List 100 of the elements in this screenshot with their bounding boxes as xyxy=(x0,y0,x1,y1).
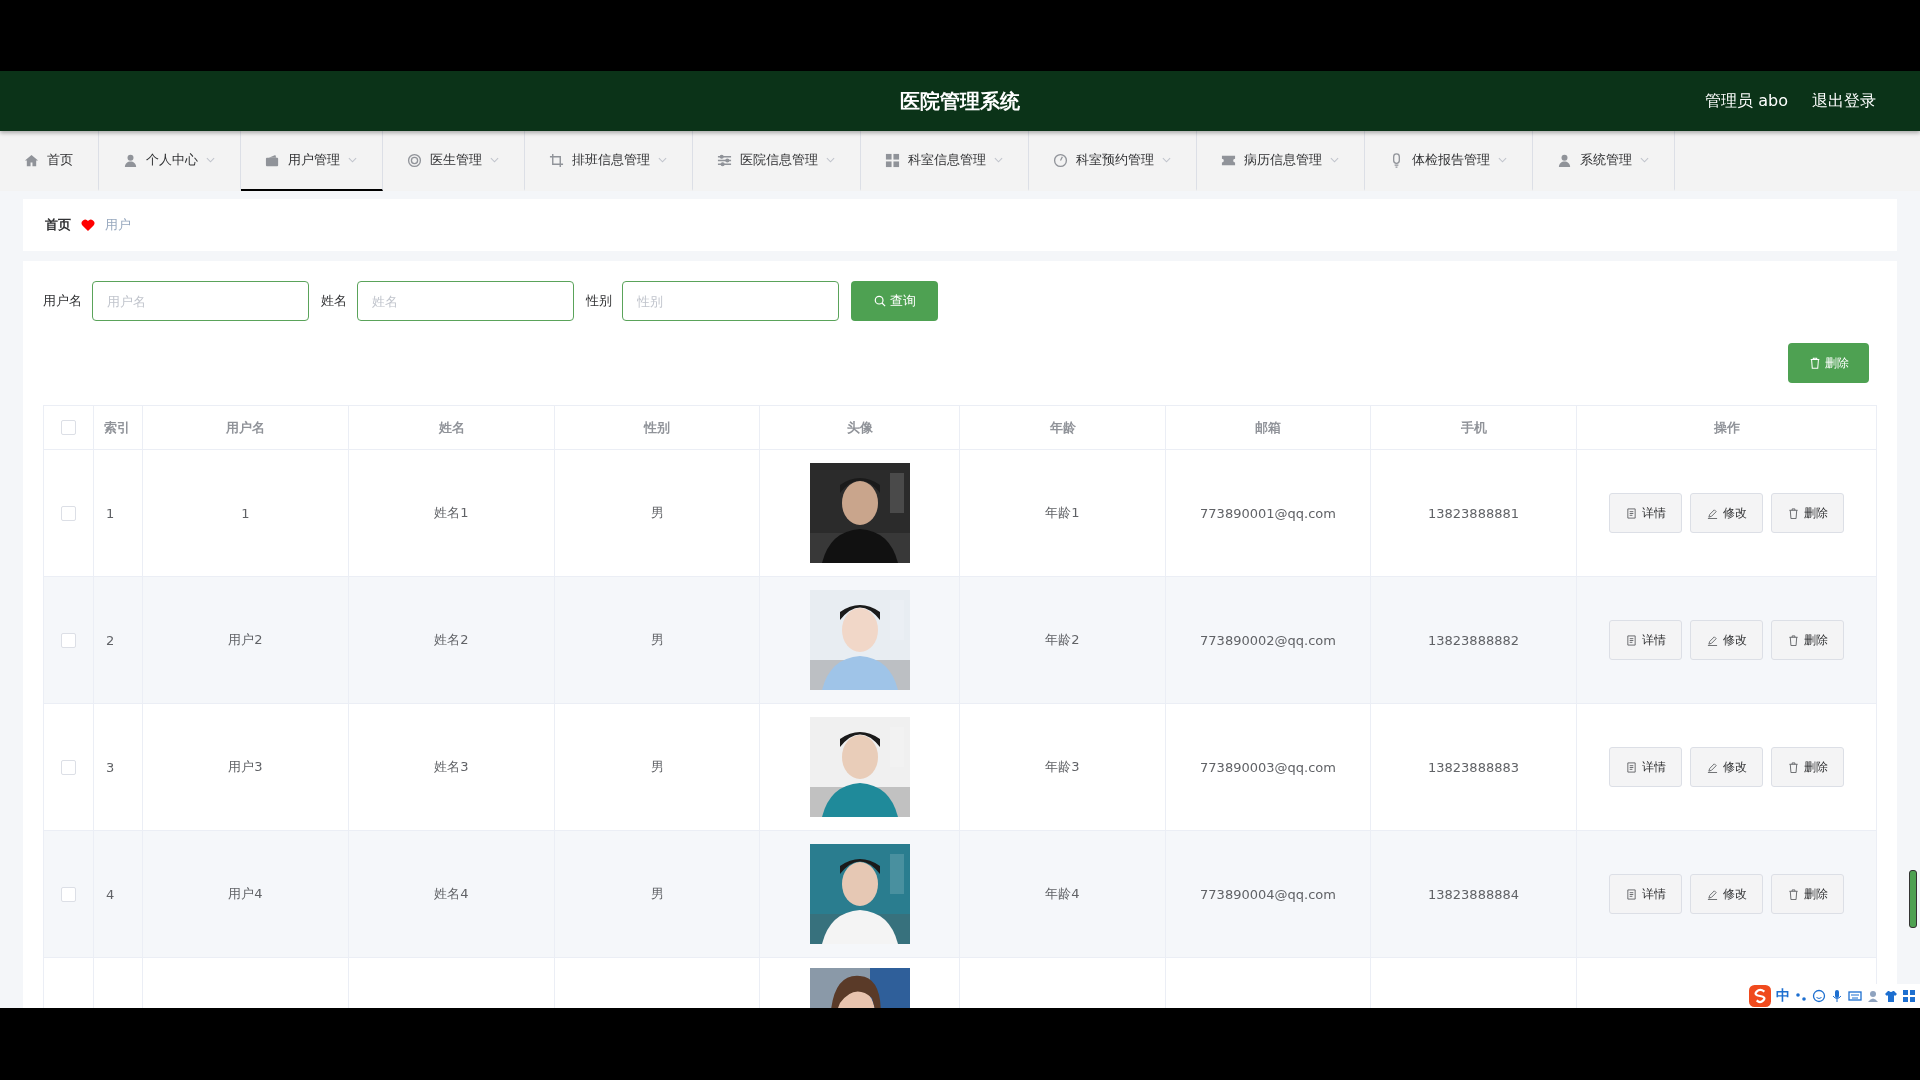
detail-button[interactable]: 详情 xyxy=(1609,620,1682,660)
shirt-icon xyxy=(1884,989,1898,1003)
column-header: 用户名 xyxy=(226,418,265,437)
delete-button[interactable]: 删除 xyxy=(1771,874,1844,914)
table-cell: 773890004@qq.com xyxy=(1200,886,1336,902)
column-header: 手机 xyxy=(1460,418,1487,437)
search-field[interactable]: 用户名 xyxy=(92,281,309,321)
edit-button[interactable]: 修改 xyxy=(1690,493,1763,533)
document-icon xyxy=(1625,888,1637,900)
table-cell: 13823888884 xyxy=(1428,886,1519,902)
home-icon xyxy=(24,152,39,168)
select-all-checkbox[interactable] xyxy=(61,420,76,435)
table-cell: 1 xyxy=(106,505,115,521)
column-header: 邮箱 xyxy=(1255,418,1281,437)
table-cell: 年龄4 xyxy=(1045,885,1080,903)
nav-tab[interactable]: 体检报告管理 xyxy=(1365,131,1533,191)
delete-button[interactable]: 删除 xyxy=(1771,620,1844,660)
table-cell: 773890003@qq.com xyxy=(1200,759,1336,775)
delete-button[interactable]: 删除 xyxy=(1771,747,1844,787)
table-cell: 男 xyxy=(650,631,664,649)
trash-icon xyxy=(1787,888,1799,900)
row-checkbox[interactable] xyxy=(61,505,76,521)
trash-icon xyxy=(1808,357,1821,369)
edit-button[interactable]: 修改 xyxy=(1690,874,1763,914)
column-header: 姓名 xyxy=(438,418,465,437)
search-field[interactable]: 姓名 xyxy=(357,281,574,321)
table-cell: 3 xyxy=(106,759,115,775)
wallet-icon xyxy=(265,152,280,168)
document-icon xyxy=(1625,507,1637,519)
ring-icon xyxy=(407,152,422,168)
detail-button[interactable]: 详情 xyxy=(1609,493,1682,533)
person-icon xyxy=(1866,989,1880,1003)
table-cell: 4 xyxy=(106,886,115,902)
nav-tab[interactable]: 医生管理 xyxy=(383,131,525,191)
column-header: 性别 xyxy=(644,418,670,437)
table-cell: 用户3 xyxy=(228,758,263,776)
detail-button[interactable]: 详情 xyxy=(1609,874,1682,914)
table-cell: 年龄3 xyxy=(1045,758,1080,776)
column-header: 索引 xyxy=(104,418,130,437)
pencil-icon xyxy=(1706,888,1718,900)
pencil-icon xyxy=(1706,507,1718,519)
column-header: 头像 xyxy=(846,418,873,437)
table-cell: 年龄1 xyxy=(1045,504,1080,522)
edit-button[interactable]: 修改 xyxy=(1690,620,1763,660)
column-header: 操作 xyxy=(1713,418,1740,437)
table-cell: 男 xyxy=(650,885,664,903)
field-label: 姓名 xyxy=(321,292,347,310)
trash-icon xyxy=(1787,761,1799,773)
column-header: 年龄 xyxy=(1049,418,1076,437)
pencil-icon xyxy=(1706,634,1718,646)
table-cell: 姓名2 xyxy=(434,631,469,649)
table-cell: 用户4 xyxy=(228,885,263,903)
table-cell: 用户2 xyxy=(228,631,263,649)
grid-icon xyxy=(885,152,900,168)
nav-tab[interactable]: 科室预约管理 xyxy=(1029,131,1197,191)
nav-tab[interactable]: 病历信息管理 xyxy=(1197,131,1365,191)
keyboard-icon xyxy=(1848,989,1862,1003)
document-icon xyxy=(1625,761,1637,773)
person-icon xyxy=(123,152,138,168)
table-cell: 1 xyxy=(241,505,250,521)
search-icon xyxy=(873,295,886,307)
row-checkbox[interactable] xyxy=(61,886,76,902)
smiley-icon xyxy=(1812,989,1826,1003)
heart-icon xyxy=(81,219,95,231)
field-label: 性别 xyxy=(586,292,612,310)
nav-tab[interactable]: 系统管理 xyxy=(1533,131,1675,191)
search-field[interactable]: 性别 xyxy=(622,281,839,321)
admin-user: 管理员 abo xyxy=(1705,90,1788,112)
table-cell: 773890002@qq.com xyxy=(1200,632,1336,648)
microphone-icon xyxy=(1830,989,1844,1003)
grid-icon xyxy=(1902,989,1916,1003)
crop-icon xyxy=(549,152,564,168)
row-checkbox[interactable] xyxy=(61,759,76,775)
nav-tab[interactable]: 科室信息管理 xyxy=(861,131,1029,191)
delete-button[interactable]: 删除 xyxy=(1771,493,1844,533)
trash-icon xyxy=(1787,634,1799,646)
detail-button[interactable]: 详情 xyxy=(1609,747,1682,787)
nav-tab[interactable]: 用户管理 xyxy=(241,131,383,191)
nav-tab[interactable]: 排班信息管理 xyxy=(525,131,693,191)
table-cell: 姓名3 xyxy=(434,758,469,776)
person-icon xyxy=(1557,152,1572,168)
app-title: 医院管理系统 xyxy=(900,87,1020,115)
nav-tab[interactable]: 首页 xyxy=(0,131,99,191)
table-cell: 13823888883 xyxy=(1428,759,1519,775)
table-cell: 773890001@qq.com xyxy=(1200,505,1336,521)
scrollbar-thumb[interactable] xyxy=(1909,870,1917,928)
trash-icon xyxy=(1787,507,1799,519)
table-cell: 2 xyxy=(106,632,115,648)
table-cell: 年龄2 xyxy=(1045,631,1080,649)
nav-tab[interactable]: 医院信息管理 xyxy=(693,131,861,191)
logout-link[interactable]: 退出登录 xyxy=(1812,90,1876,112)
table-cell: 姓名1 xyxy=(434,504,469,522)
table-cell: 13823888882 xyxy=(1428,632,1519,648)
breadcrumb-item[interactable]: 首页 xyxy=(45,216,71,234)
table-cell: 男 xyxy=(650,504,664,522)
pencil-icon xyxy=(1706,761,1718,773)
table-cell: 姓名4 xyxy=(434,885,469,903)
row-checkbox[interactable] xyxy=(61,632,76,648)
edit-button[interactable]: 修改 xyxy=(1690,747,1763,787)
field-label: 用户名 xyxy=(43,292,82,310)
